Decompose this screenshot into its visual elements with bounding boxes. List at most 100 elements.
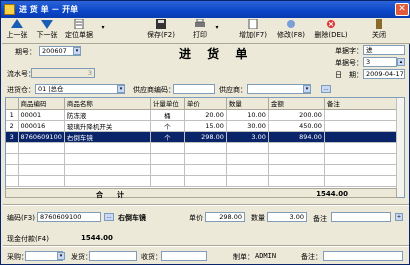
row-index: 3 — [6, 131, 19, 143]
column-header[interactable]: 计量单位 — [150, 98, 185, 110]
grid-header-row: 商品编码 商品名称 计量单位 单价 数量 金额 备注 — [6, 98, 401, 110]
product-code-cell[interactable]: 000016 — [18, 120, 65, 132]
close-button[interactable]: 关闭 — [366, 19, 392, 43]
supplier-code-label: 供应商编码： — [133, 86, 175, 94]
serial-field: 3 — [31, 68, 95, 78]
title-bar: 进 货 单 － 开单 ✕ — [1, 1, 410, 18]
total-amount: 1544.00 — [316, 190, 348, 198]
empty-row[interactable] — [6, 153, 401, 165]
price-label: 单价 — [189, 214, 203, 222]
product-name-display: 右倒车镜 — [118, 214, 146, 222]
empty-row[interactable] — [6, 142, 401, 154]
product-name-cell[interactable]: 防冻液 — [64, 109, 151, 121]
receiver-field[interactable] — [161, 251, 207, 261]
delete-button[interactable]: 删除(DEL) — [312, 19, 350, 43]
qty-field[interactable]: 3.00 — [267, 212, 307, 222]
date-label: 日 期： — [335, 71, 363, 79]
column-header[interactable]: 数量 — [226, 98, 269, 110]
code-browse-button[interactable]: ... — [104, 213, 114, 221]
toolbar: 上一张 下一张 定位单据 ▾ 保存(F2) 打印 ▾ 增加(F7) 修改(F8) — [2, 18, 410, 44]
item-table: 商品编码 商品名称 计量单位 单价 数量 金额 备注 1 00001 防冻液 桶… — [6, 98, 401, 187]
floppy-disk-icon — [156, 19, 166, 29]
supplier-dropdown[interactable]: ▾ — [303, 85, 311, 93]
buyer-dropdown[interactable]: ▾ — [57, 252, 65, 260]
quantity-cell[interactable]: 10.00 — [226, 109, 269, 121]
empty-row[interactable] — [6, 175, 401, 187]
add-button[interactable]: 增加(F7) — [236, 19, 270, 43]
quantity-cell[interactable]: 3.00 — [226, 131, 269, 143]
price-cell[interactable]: 15.00 — [184, 120, 227, 132]
column-header[interactable]: 金额 — [268, 98, 325, 110]
column-header[interactable]: 商品编码 — [18, 98, 65, 110]
door-exit-icon — [376, 19, 382, 29]
supplier-browse-button[interactable]: ... — [321, 85, 331, 93]
grid-scrollbar[interactable] — [396, 98, 404, 197]
product-name-cell[interactable]: 玻璃升降机开关 — [64, 120, 151, 132]
date-field[interactable]: 2009-04-17 — [363, 69, 405, 79]
receiver-label: 收货： — [141, 253, 162, 261]
column-header[interactable]: 商品名称 — [64, 98, 151, 110]
warehouse-field[interactable]: 01 |总仓 — [35, 84, 125, 94]
edit-icon — [287, 20, 295, 28]
divider — [3, 245, 409, 247]
doc-type-field[interactable]: 进 — [363, 45, 405, 55]
price-cell[interactable]: 298.00 — [184, 131, 227, 143]
add-item-button[interactable]: + — [395, 213, 403, 221]
column-header[interactable]: 备注 — [324, 98, 401, 110]
note-cell[interactable] — [324, 109, 401, 121]
note-cell[interactable] — [324, 131, 401, 143]
table-row[interactable]: 1 00001 防冻液 桶 20.00 10.00 200.00 — [6, 109, 401, 121]
window-close-button[interactable]: ✕ — [395, 3, 409, 16]
amount-cell[interactable]: 200.00 — [268, 109, 325, 121]
total-label: 合 计 — [96, 191, 124, 199]
unit-cell[interactable]: 个 — [150, 131, 185, 143]
empty-row[interactable] — [6, 164, 401, 176]
price-field[interactable]: 298.00 — [205, 212, 245, 222]
cash-amount: 1544.00 — [81, 234, 113, 242]
main-window: 进 货 单 － 开单 ✕ 上一张 下一张 定位单据 ▾ 保存(F2) 打印 ▾ … — [0, 0, 410, 265]
doc-no-field[interactable]: 3 — [363, 57, 397, 67]
prev-button[interactable]: 上一张 — [4, 19, 30, 43]
save-button[interactable]: 保存(F2) — [144, 19, 178, 43]
supplier-code-field[interactable] — [173, 84, 215, 94]
close-label: 关闭 — [372, 31, 386, 39]
product-code-cell[interactable]: 8760609100 — [18, 131, 65, 143]
page-title: 进 货 单 — [179, 47, 254, 61]
note-cell[interactable] — [324, 120, 401, 132]
shipper-field[interactable] — [89, 251, 137, 261]
supplier-label: 供应商： — [219, 86, 247, 94]
note-field[interactable] — [331, 212, 391, 222]
item-grid[interactable]: 商品编码 商品名称 计量单位 单价 数量 金额 备注 1 00001 防冻液 桶… — [5, 97, 405, 198]
remark-field[interactable] — [323, 251, 403, 261]
product-code-cell[interactable]: 00001 — [18, 109, 65, 121]
print-button[interactable]: 打印 — [188, 19, 212, 43]
document-list-icon — [74, 19, 84, 29]
code-field[interactable]: 8760609100 — [37, 212, 101, 222]
amount-cell[interactable]: 894.00 — [268, 131, 325, 143]
arrow-down-icon — [41, 20, 53, 29]
next-button[interactable]: 下一张 — [34, 19, 60, 43]
table-row-selected[interactable]: 3 8760609100 右倒车镜 个 298.00 3.00 894.00 — [6, 131, 401, 143]
price-cell[interactable]: 20.00 — [184, 109, 227, 121]
maker-label: 制单： — [233, 253, 254, 261]
edit-label: 修改(F8) — [277, 31, 305, 39]
locate-button[interactable]: 定位单据 — [62, 19, 96, 43]
product-name-cell[interactable]: 右倒车镜 — [64, 131, 151, 143]
print-label: 打印 — [193, 31, 207, 39]
code-label: 编码(F3) — [7, 214, 35, 222]
remark-label: 备注： — [301, 253, 322, 261]
column-header[interactable]: 单价 — [184, 98, 227, 110]
column-header — [6, 98, 19, 110]
quantity-cell[interactable]: 30.00 — [226, 120, 269, 132]
supplier-field[interactable] — [247, 84, 311, 94]
save-label: 保存(F2) — [147, 31, 175, 39]
edit-button[interactable]: 修改(F8) — [274, 19, 308, 43]
warehouse-dropdown[interactable]: ▾ — [117, 85, 125, 93]
unit-cell[interactable]: 桶 — [150, 109, 185, 121]
unit-cell[interactable]: 个 — [150, 120, 185, 132]
doc-no-spinner[interactable]: ▴ — [397, 58, 405, 66]
locate-dropdown-arrow[interactable]: ▾ — [99, 24, 107, 48]
amount-cell[interactable]: 450.00 — [268, 120, 325, 132]
table-row[interactable]: 2 000016 玻璃升降机开关 个 15.00 30.00 450.00 — [6, 120, 401, 132]
period-dropdown[interactable]: ▾ — [73, 47, 81, 55]
